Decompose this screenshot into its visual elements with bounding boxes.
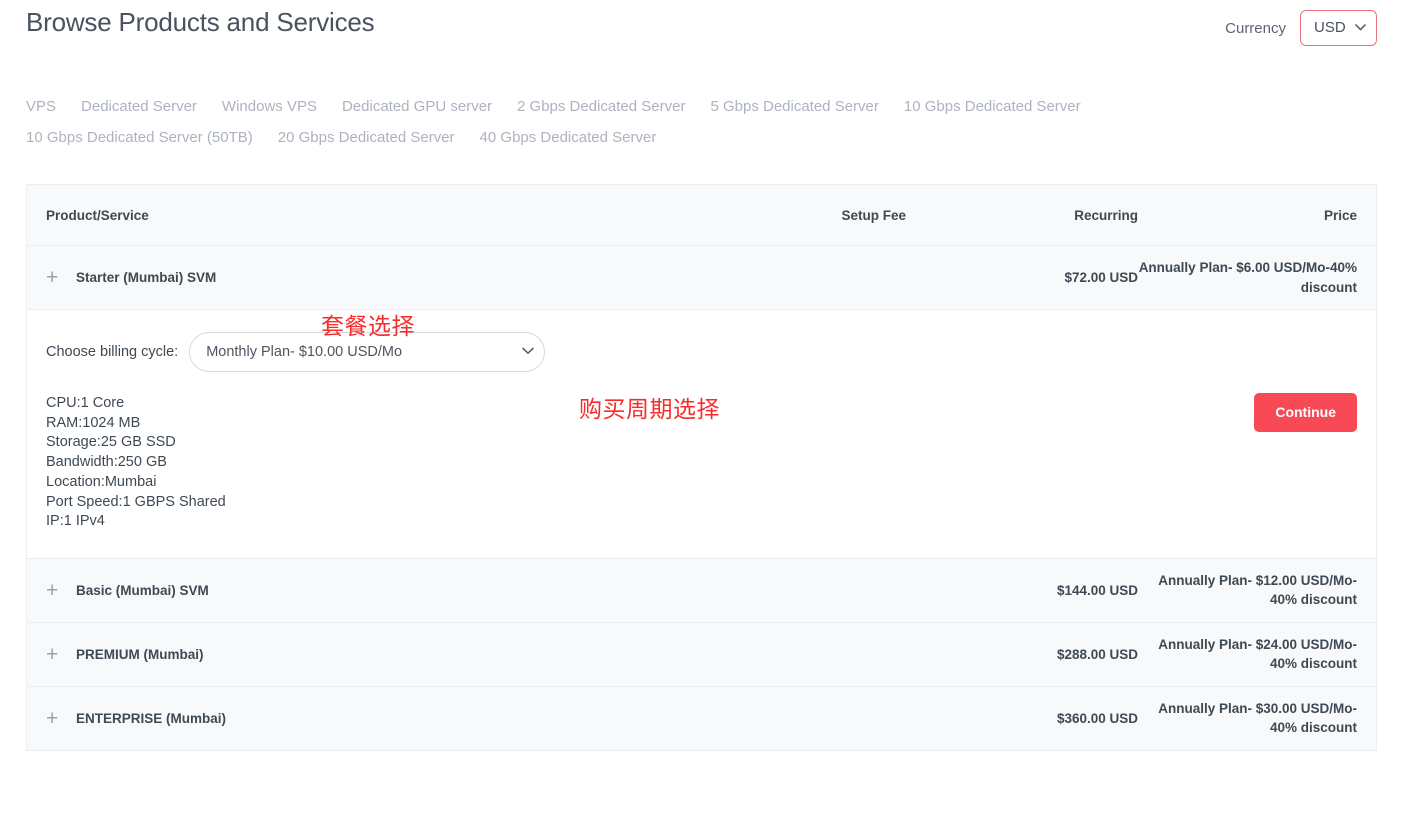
- currency-select-wrapper: USD: [1300, 10, 1377, 46]
- recurring-value: $144.00 USD: [1056, 582, 1138, 598]
- table-row[interactable]: + ENTERPRISE (Mumbai) $360.00 USD Annual…: [27, 686, 1376, 751]
- product-name: ENTERPRISE (Mumbai): [76, 710, 227, 726]
- category-nav: VPS Dedicated Server Windows VPS Dedicat…: [0, 70, 1212, 160]
- price-value: Annually Plan- $30.00 USD/Mo-40% discoun…: [1158, 700, 1357, 736]
- billing-cycle-label: Choose billing cycle:: [46, 344, 179, 360]
- table-row[interactable]: + PREMIUM (Mumbai) $288.00 USD Annually …: [27, 622, 1376, 687]
- product-cell: + PREMIUM (Mumbai): [46, 644, 706, 665]
- spec-bandwidth: Bandwidth:250 GB: [46, 454, 167, 471]
- table-row[interactable]: + Basic (Mumbai) SVM $144.00 USD Annuall…: [27, 558, 1376, 623]
- product-cell: + Starter (Mumbai) SVM: [46, 267, 706, 288]
- column-header-product: Product/Service: [46, 207, 149, 223]
- expand-plus-icon[interactable]: +: [46, 267, 76, 288]
- category-link-20gbps-dedicated-server[interactable]: 20 Gbps Dedicated Server: [278, 129, 455, 146]
- spec-storage: Storage:25 GB SSD: [46, 434, 176, 451]
- currency-label: Currency: [1225, 19, 1286, 37]
- billing-cycle-select-wrapper: Monthly Plan- $10.00 USD/Mo: [189, 332, 546, 372]
- product-detail-panel: Choose billing cycle: Monthly Plan- $10.…: [27, 310, 1376, 559]
- column-header-recurring: Recurring: [1074, 207, 1138, 223]
- product-name: PREMIUM (Mumbai): [76, 646, 204, 662]
- recurring-value: $360.00 USD: [1056, 710, 1138, 726]
- product-table: Product/Service Setup Fee Recurring Pric…: [26, 184, 1377, 751]
- currency-select[interactable]: USD: [1300, 10, 1377, 46]
- table-row[interactable]: + Starter (Mumbai) SVM $72.00 USD Annual…: [27, 246, 1376, 310]
- product-cell: + Basic (Mumbai) SVM: [46, 580, 706, 601]
- product-name: Starter (Mumbai) SVM: [76, 270, 217, 285]
- billing-cycle-control: Choose billing cycle: Monthly Plan- $10.…: [46, 332, 1357, 372]
- price-value: Annually Plan- $6.00 USD/Mo-40% discount: [1138, 259, 1357, 295]
- category-link-2gbps-dedicated-server[interactable]: 2 Gbps Dedicated Server: [517, 98, 685, 115]
- page-header: Browse Products and Services Currency US…: [0, 0, 1403, 70]
- table-header-row: Product/Service Setup Fee Recurring Pric…: [27, 185, 1376, 246]
- category-nav-row: VPS Dedicated Server Windows VPS Dedicat…: [26, 98, 1186, 160]
- category-link-dedicated-gpu-server[interactable]: Dedicated GPU server: [342, 98, 492, 115]
- spec-ram: RAM:1024 MB: [46, 414, 141, 431]
- price-value: Annually Plan- $12.00 USD/Mo-40% discoun…: [1158, 572, 1357, 608]
- spec-cpu: CPU:1 Core: [46, 395, 125, 411]
- expand-plus-icon[interactable]: +: [46, 708, 76, 729]
- product-specs-list: CPU:1 Core RAM:1024 MB Storage:25 GB SSD…: [46, 394, 1357, 532]
- expand-plus-icon[interactable]: +: [46, 580, 76, 601]
- expand-plus-icon[interactable]: +: [46, 644, 76, 665]
- spec-location: Location:Mumbai: [46, 473, 157, 490]
- category-link-10gbps-dedicated-server-50tb[interactable]: 10 Gbps Dedicated Server (50TB): [26, 129, 253, 146]
- category-link-40gbps-dedicated-server[interactable]: 40 Gbps Dedicated Server: [480, 129, 657, 146]
- spec-ip: IP:1 IPv4: [46, 513, 105, 530]
- category-link-5gbps-dedicated-server[interactable]: 5 Gbps Dedicated Server: [710, 98, 878, 115]
- category-link-vps[interactable]: VPS: [26, 98, 56, 115]
- category-link-windows-vps[interactable]: Windows VPS: [222, 98, 317, 115]
- category-link-10gbps-dedicated-server[interactable]: 10 Gbps Dedicated Server: [904, 98, 1081, 115]
- page-title: Browse Products and Services: [26, 7, 375, 37]
- billing-cycle-select[interactable]: Monthly Plan- $10.00 USD/Mo: [189, 332, 546, 372]
- recurring-value: $72.00 USD: [1064, 270, 1138, 285]
- recurring-value: $288.00 USD: [1056, 646, 1138, 662]
- product-name: Basic (Mumbai) SVM: [76, 582, 209, 598]
- continue-button[interactable]: Continue: [1254, 393, 1357, 432]
- category-link-dedicated-server[interactable]: Dedicated Server: [81, 98, 197, 115]
- spec-port-speed: Port Speed:1 GBPS Shared: [46, 493, 226, 510]
- column-header-setup-fee: Setup Fee: [841, 207, 906, 223]
- product-cell: + ENTERPRISE (Mumbai): [46, 708, 706, 729]
- column-header-price: Price: [1323, 207, 1357, 223]
- currency-control: Currency USD: [1225, 10, 1377, 46]
- price-value: Annually Plan- $24.00 USD/Mo-40% discoun…: [1158, 636, 1357, 672]
